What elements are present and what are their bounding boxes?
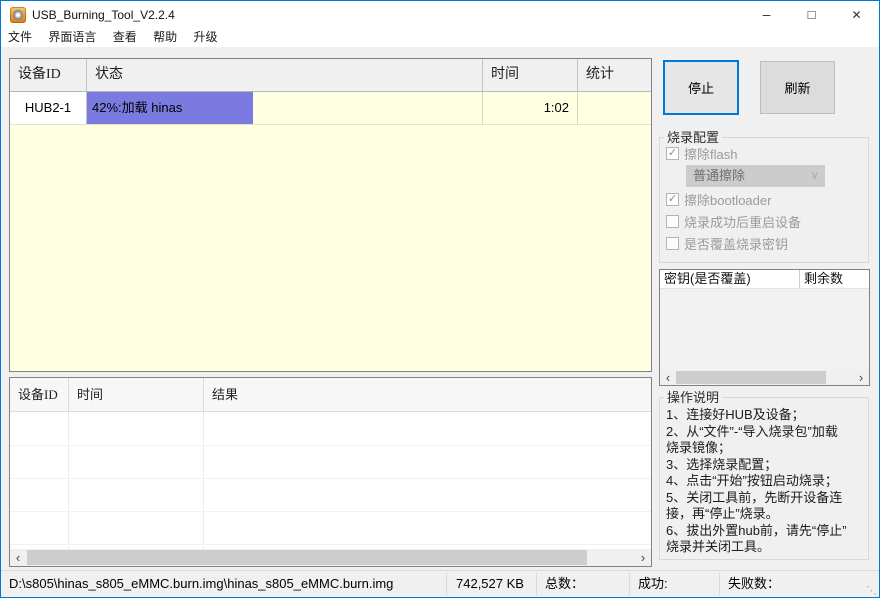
column-header-key[interactable]: 密钥(是否覆盖) xyxy=(660,270,800,288)
erase-bootloader-option[interactable]: 擦除bootloader xyxy=(660,189,771,210)
device-id-cell: HUB2-1 xyxy=(10,92,87,124)
erase-bootloader-checkbox[interactable] xyxy=(666,193,679,206)
device-table: 设备ID 状态 时间 统计 HUB2-1 42%:加载 hinas 1:02 xyxy=(9,58,652,372)
app-icon xyxy=(10,7,26,23)
column-header-stats[interactable]: 统计 xyxy=(578,59,651,91)
log-table-hscrollbar[interactable] xyxy=(10,549,651,566)
chevron-down-icon xyxy=(810,165,819,185)
scroll-track[interactable] xyxy=(26,549,635,566)
row-divider xyxy=(10,544,651,545)
restart-after-success-label: 烧录成功后重启设备 xyxy=(684,212,801,231)
operation-guide-title: 操作说明 xyxy=(664,390,722,405)
scroll-right-icon[interactable] xyxy=(635,550,651,565)
close-icon[interactable] xyxy=(834,1,879,29)
guide-line: 6、拔出外置hub前，请先“停止” xyxy=(666,523,847,540)
guide-line: 1、连接好HUB及设备； xyxy=(666,407,847,424)
key-table-header: 密钥(是否覆盖) 剩余数 xyxy=(660,270,869,289)
erase-flash-option[interactable]: 擦除flash xyxy=(660,143,737,164)
window-controls xyxy=(744,1,879,29)
scroll-right-icon[interactable] xyxy=(853,370,869,385)
total-count-label: 总数： xyxy=(545,571,584,597)
column-header-device-id[interactable]: 设备ID xyxy=(10,59,87,91)
guide-line: 3、选择烧录配置； xyxy=(666,457,847,474)
menu-help[interactable]: 帮助 xyxy=(153,29,177,46)
erase-flash-label: 擦除flash xyxy=(684,144,737,163)
guide-line: 5、关闭工具前，先断开设备连 xyxy=(666,490,847,507)
column-header-time[interactable]: 时间 xyxy=(483,59,578,91)
key-table-hscrollbar[interactable] xyxy=(660,370,869,385)
log-table-header: 设备ID 时间 结果 xyxy=(10,378,651,412)
column-divider xyxy=(203,412,204,549)
guide-line: 2、从“文件”-“导入烧录包”加载 xyxy=(666,424,847,441)
erase-bootloader-label: 擦除bootloader xyxy=(684,190,771,209)
device-table-header: 设备ID 状态 时间 统计 xyxy=(10,59,651,92)
status-cell: 42%:加载 hinas xyxy=(87,92,483,124)
menu-file[interactable]: 文件 xyxy=(8,29,32,46)
erase-mode-value: 普通擦除 xyxy=(693,168,745,183)
stop-button[interactable]: 停止 xyxy=(663,60,739,115)
column-header-status[interactable]: 状态 xyxy=(87,59,483,91)
statusbar-divider xyxy=(536,573,537,595)
status-bar: D:\s805\hinas_s805_eMMC.burn.img\hinas_s… xyxy=(1,570,879,597)
minimize-icon[interactable] xyxy=(744,1,789,29)
menu-view[interactable]: 查看 xyxy=(113,29,137,46)
erase-mode-select[interactable]: 普通擦除 xyxy=(686,165,825,187)
overwrite-key-label: 是否覆盖烧录密钥 xyxy=(684,234,788,253)
guide-line: 接，再“停止”烧录。 xyxy=(666,506,847,523)
app-window: USB_Burning_Tool_V2.2.4 文件 界面语言 查看 帮助 升级… xyxy=(0,0,880,598)
scroll-track[interactable] xyxy=(676,370,853,385)
burn-config-group: 烧录配置 擦除flash 普通擦除 擦除bootloader 烧录成功后重启设备… xyxy=(659,137,869,263)
success-count-label: 成功: xyxy=(638,571,668,597)
key-table: 密钥(是否覆盖) 剩余数 xyxy=(659,269,870,386)
log-table: 设备ID 时间 结果 xyxy=(9,377,652,567)
operation-guide-group: 操作说明 1、连接好HUB及设备； 2、从“文件”-“导入烧录包”加载 烧录镜像… xyxy=(659,397,869,560)
erase-flash-checkbox[interactable] xyxy=(666,147,679,160)
guide-line: 烧录镜像； xyxy=(666,440,847,457)
column-header-log-time[interactable]: 时间 xyxy=(69,378,204,411)
menu-language[interactable]: 界面语言 xyxy=(48,29,96,46)
title-bar: USB_Burning_Tool_V2.2.4 xyxy=(1,1,879,29)
menu-upgrade[interactable]: 升级 xyxy=(193,29,217,46)
column-header-log-result[interactable]: 结果 xyxy=(204,378,651,411)
refresh-button[interactable]: 刷新 xyxy=(760,61,835,114)
guide-line: 4、点击“开始”按钮启动烧录； xyxy=(666,473,847,490)
scroll-left-icon[interactable] xyxy=(660,370,676,385)
scroll-thumb[interactable] xyxy=(27,550,587,565)
column-divider xyxy=(68,412,69,549)
fail-count-label: 失败数： xyxy=(728,571,780,597)
image-file-path: D:\s805\hinas_s805_eMMC.burn.img\hinas_s… xyxy=(9,571,393,597)
guide-line: 烧录并关闭工具。 xyxy=(666,539,847,556)
statusbar-divider xyxy=(629,573,630,595)
scroll-left-icon[interactable] xyxy=(10,550,26,565)
row-divider xyxy=(10,511,651,512)
statusbar-divider xyxy=(446,573,447,595)
menu-bar: 文件 界面语言 查看 帮助 升级 xyxy=(1,29,879,47)
progress-label: 42%:加载 hinas xyxy=(92,92,182,124)
row-divider xyxy=(10,478,651,479)
overwrite-key-option[interactable]: 是否覆盖烧录密钥 xyxy=(660,233,788,254)
stats-cell xyxy=(578,92,651,124)
log-table-body xyxy=(10,412,651,549)
scroll-thumb[interactable] xyxy=(676,371,826,384)
operation-guide-text: 1、连接好HUB及设备； 2、从“文件”-“导入烧录包”加载 烧录镜像； 3、选… xyxy=(666,407,847,556)
restart-after-success-checkbox[interactable] xyxy=(666,215,679,228)
time-cell: 1:02 xyxy=(483,92,578,124)
maximize-icon[interactable] xyxy=(789,1,834,29)
row-divider xyxy=(10,445,651,446)
restart-after-success-option[interactable]: 烧录成功后重启设备 xyxy=(660,211,801,232)
column-header-remaining[interactable]: 剩余数 xyxy=(800,270,869,288)
table-row[interactable]: HUB2-1 42%:加载 hinas 1:02 xyxy=(10,92,651,125)
image-file-size: 742,527 KB xyxy=(456,571,524,597)
overwrite-key-checkbox[interactable] xyxy=(666,237,679,250)
column-header-log-device-id[interactable]: 设备ID xyxy=(10,378,69,411)
window-title: USB_Burning_Tool_V2.2.4 xyxy=(32,1,175,29)
statusbar-divider xyxy=(719,573,720,595)
resize-grip[interactable] xyxy=(866,586,877,597)
